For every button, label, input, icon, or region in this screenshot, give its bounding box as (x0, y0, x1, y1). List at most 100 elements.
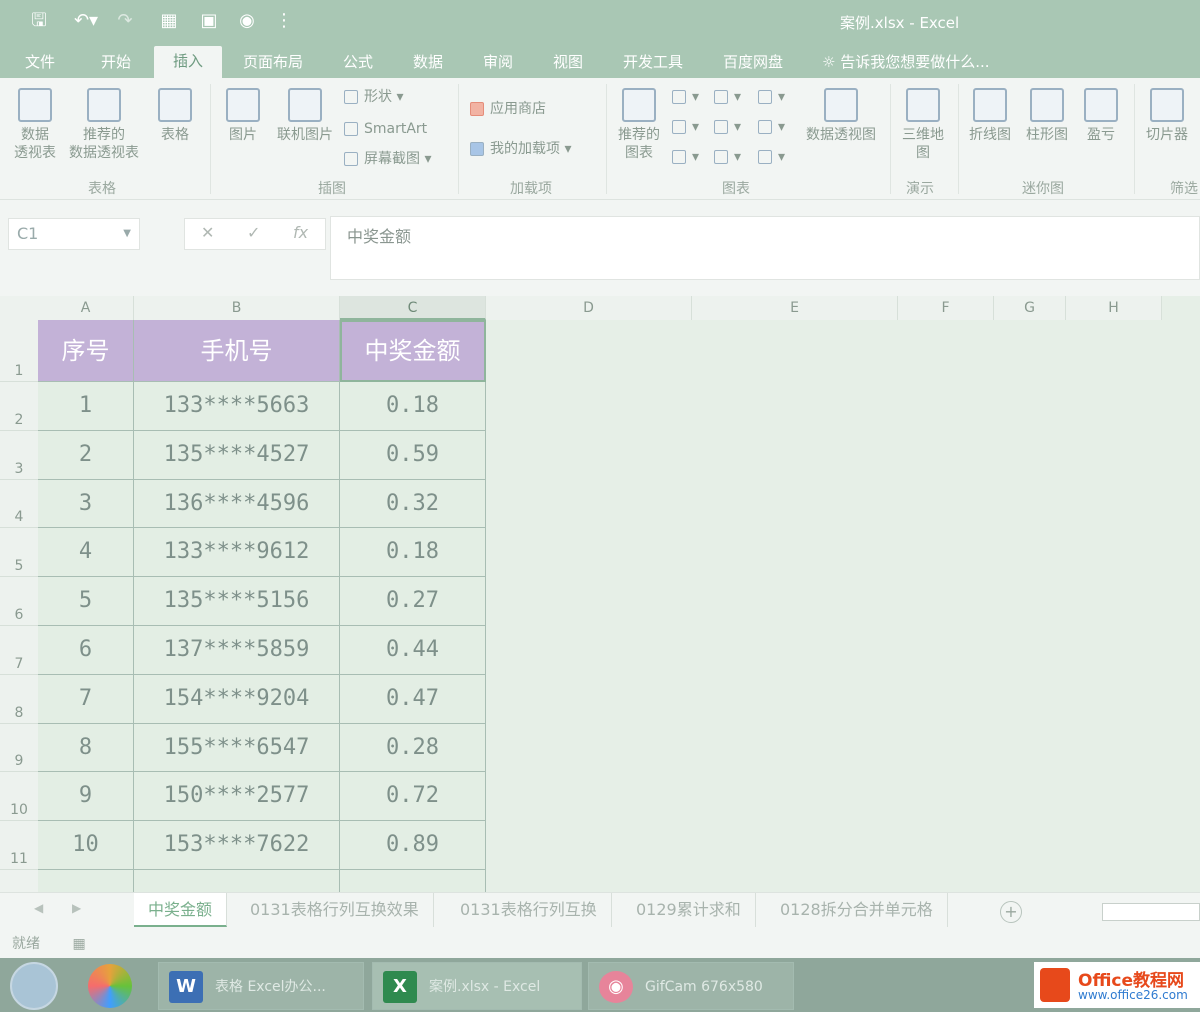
column-header[interactable]: F (898, 296, 994, 320)
table-cell[interactable] (134, 870, 340, 892)
name-box[interactable]: C1 ▼ (8, 218, 140, 250)
formula-input[interactable]: 中奖金额 (330, 216, 1200, 280)
tab-home[interactable]: 开始 (94, 50, 138, 78)
table-cell[interactable]: 10 (38, 821, 134, 870)
table-cell[interactable]: 0.44 (340, 626, 486, 675)
row-header[interactable]: 7 (0, 626, 38, 675)
statistic-chart-button[interactable]: ▾ (714, 118, 741, 136)
sheet-tab[interactable]: 0129累计求和 (622, 893, 756, 927)
table-cell[interactable]: 137****5859 (134, 626, 340, 675)
table-cell[interactable]: 3 (38, 479, 134, 529)
macro-record-icon[interactable]: ▦ (72, 936, 85, 952)
column-header[interactable]: A (38, 296, 134, 320)
table-cell[interactable]: 0.18 (340, 382, 486, 431)
row-header[interactable]: 2 (0, 382, 38, 431)
column-chart-button[interactable]: ▾ (672, 88, 699, 106)
waterfall-chart-button[interactable]: ▾ (758, 118, 785, 136)
slicer-button[interactable]: 切片器 (1140, 88, 1194, 144)
taskbar-item-gifcam[interactable]: ◉ GifCam 676x580 (588, 962, 794, 1010)
screenshot-button[interactable]: 屏幕截图 ▾ (344, 150, 431, 168)
tab-page-layout[interactable]: 页面布局 (236, 50, 310, 78)
redo-icon[interactable]: ↷ (112, 8, 138, 34)
pivot-qat-icon[interactable]: ▦ (156, 8, 182, 34)
table-cell[interactable] (340, 870, 486, 892)
tab-insert[interactable]: 插入 (154, 46, 222, 78)
sheet-tab[interactable]: 0128拆分合并单元格 (766, 893, 948, 927)
column-header[interactable]: G (994, 296, 1066, 320)
table-cell[interactable]: 7 (38, 674, 134, 724)
tab-formulas[interactable]: 公式 (336, 50, 380, 78)
row-header[interactable]: 5 (0, 528, 38, 578)
scatter-chart-button[interactable]: ▾ (714, 148, 741, 166)
table-cell[interactable]: 2 (38, 430, 134, 480)
row-header[interactable] (0, 870, 38, 892)
sparkline-line-button[interactable]: 折线图 (964, 88, 1016, 144)
row-header[interactable]: 11 (0, 821, 38, 870)
tab-developer[interactable]: 开发工具 (616, 50, 690, 78)
row-header[interactable]: 10 (0, 772, 38, 822)
table-cell[interactable]: 0.32 (340, 479, 486, 529)
my-addins-button[interactable]: 我的加载项 ▾ (470, 140, 571, 158)
table-cell[interactable]: 5 (38, 577, 134, 626)
sparkline-winloss-button[interactable]: 盈亏 (1078, 88, 1124, 144)
save-icon[interactable]: 🖫 (26, 8, 52, 34)
row-header[interactable]: 3 (0, 430, 38, 480)
scroll-right-icon[interactable]: ▶ (72, 901, 81, 915)
tell-me-search[interactable]: ☼ 告诉我您想要做什么... (822, 50, 990, 74)
sparkline-column-button[interactable]: 柱形图 (1020, 88, 1074, 144)
add-sheet-icon[interactable]: + (1000, 901, 1022, 923)
table-cell[interactable]: 1 (38, 382, 134, 431)
undo-icon[interactable]: ↶▾ (66, 8, 106, 34)
table-cell[interactable]: 135****4527 (134, 430, 340, 480)
table-cell[interactable]: 136****4596 (134, 479, 340, 529)
tab-data[interactable]: 数据 (406, 50, 450, 78)
table-cell[interactable]: 150****2577 (134, 772, 340, 822)
3d-map-button[interactable]: 三维地 图 (896, 88, 950, 162)
recommended-charts-button[interactable]: 推荐的 图表 (612, 88, 666, 162)
scroll-left-icon[interactable]: ◀ (34, 901, 43, 915)
table-cell[interactable]: 0.59 (340, 430, 486, 480)
pinned-app-icon[interactable] (88, 964, 132, 1008)
table-cell[interactable]: 0.89 (340, 821, 486, 870)
table-cell[interactable]: 0.27 (340, 577, 486, 626)
camera-store-icon[interactable]: ▣ (196, 8, 222, 34)
column-header[interactable]: C (340, 296, 486, 320)
row-header[interactable]: 9 (0, 723, 38, 773)
table-cell[interactable]: 0.47 (340, 674, 486, 724)
start-button-icon[interactable] (10, 962, 58, 1010)
column-header[interactable]: E (692, 296, 898, 320)
table-cell[interactable] (38, 870, 134, 892)
row-header[interactable]: 8 (0, 674, 38, 724)
table-cell[interactable]: 133****9612 (134, 528, 340, 578)
row-header[interactable]: 6 (0, 577, 38, 626)
camera-icon[interactable]: ◉ (234, 8, 260, 34)
combo-chart-button[interactable]: ▾ (758, 148, 785, 166)
column-header[interactable]: D (486, 296, 692, 320)
taskbar-item-excel[interactable]: X 案例.xlsx - Excel (372, 962, 582, 1010)
cancel-icon[interactable]: ✕ (201, 223, 214, 242)
enter-icon[interactable]: ✓ (247, 223, 260, 242)
tab-baidu-netdisk[interactable]: 百度网盘 (716, 50, 790, 78)
select-all-corner[interactable] (0, 296, 38, 320)
taskbar-item-word[interactable]: W 表格 Excel办公... (158, 962, 364, 1010)
customize-qat-icon[interactable]: ⋮ (274, 8, 294, 34)
table-cell[interactable]: 6 (38, 626, 134, 675)
table-cell[interactable]: 9 (38, 772, 134, 822)
table-cell[interactable]: 0.18 (340, 528, 486, 578)
recommended-pivot-button[interactable]: 推荐的 数据透视表 (64, 88, 144, 162)
hierarchy-chart-button[interactable]: ▾ (758, 88, 785, 106)
table-cell[interactable]: 155****6547 (134, 723, 340, 773)
header-cell[interactable]: 序号 (38, 320, 134, 382)
row-header[interactable]: 1 (0, 320, 38, 382)
bar-chart-button[interactable]: ▾ (714, 88, 741, 106)
store-button[interactable]: 应用商店 (470, 100, 546, 118)
pictures-button[interactable]: 图片 (218, 88, 268, 144)
smartart-button[interactable]: SmartArt (344, 120, 427, 138)
table-button[interactable]: 表格 (150, 88, 200, 144)
shapes-button[interactable]: 形状 ▾ (344, 88, 403, 106)
sheet-tab[interactable]: 0131表格行列互换效果 (236, 893, 434, 927)
line-chart-button[interactable]: ▾ (672, 118, 699, 136)
table-cell[interactable]: 153****7622 (134, 821, 340, 870)
pivot-table-button[interactable]: 数据 透视表 (8, 88, 62, 162)
pivot-chart-button[interactable]: 数据透视图 (800, 88, 882, 144)
